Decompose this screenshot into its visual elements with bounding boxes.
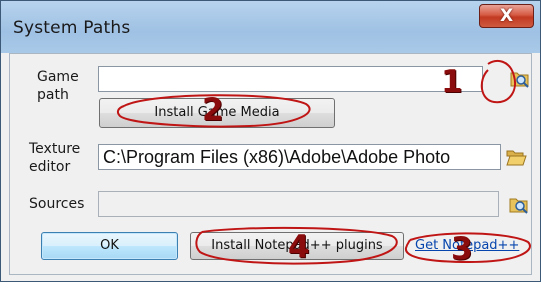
game-path-input[interactable] <box>98 66 483 92</box>
annotation-marker-4: 4 <box>288 229 310 265</box>
game-path-browse-button[interactable] <box>509 67 531 89</box>
annotation-marker-3: 3 <box>451 231 473 267</box>
sources-field[interactable] <box>99 192 498 216</box>
annotation-marker-1: 1 <box>441 64 463 100</box>
open-folder-icon <box>506 150 527 166</box>
texture-editor-browse-button[interactable] <box>505 146 527 168</box>
texture-editor-field[interactable] <box>99 145 500 169</box>
title-bar[interactable]: System Paths X <box>1 1 540 53</box>
sources-input[interactable] <box>98 191 499 217</box>
ok-label: OK <box>100 238 119 253</box>
texture-editor-label: Texture editor <box>29 141 81 175</box>
sources-browse-button[interactable] <box>508 193 530 215</box>
game-path-field[interactable] <box>99 67 482 91</box>
folder-search-icon <box>510 72 529 88</box>
folder-search-icon <box>509 198 528 214</box>
sources-label: Sources <box>29 196 85 212</box>
close-button[interactable]: X <box>479 4 534 28</box>
texture-editor-input[interactable] <box>98 144 501 170</box>
ok-button[interactable]: OK <box>41 232 178 260</box>
annotation-marker-2: 2 <box>202 92 224 128</box>
game-path-label: Game path <box>37 69 79 103</box>
window-title: System Paths <box>13 18 131 38</box>
close-icon: X <box>499 6 514 26</box>
